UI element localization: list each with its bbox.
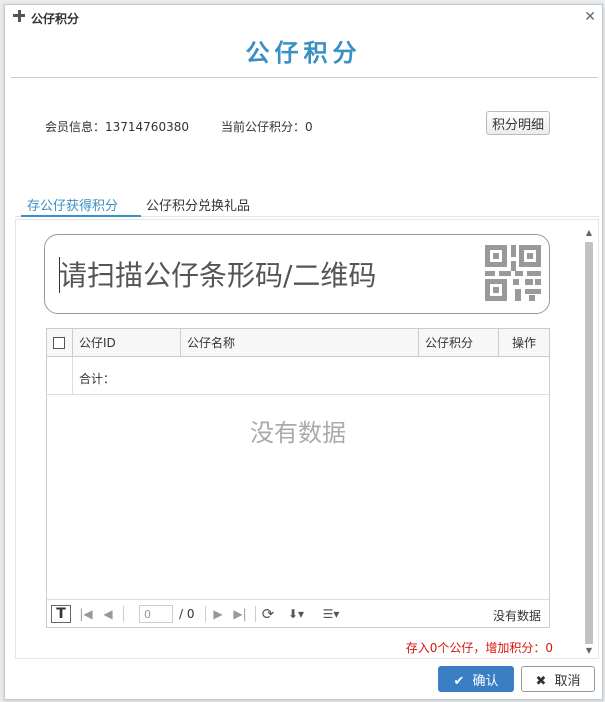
scan-box — [44, 234, 550, 314]
column-doll-points[interactable]: 公仔积分 — [419, 329, 499, 357]
last-page-icon[interactable]: ▶| — [231, 605, 249, 623]
confirm-button[interactable]: ✔ 确认 — [438, 666, 514, 692]
scan-input[interactable] — [59, 247, 479, 303]
points-dialog: 公仔积分 ✕ 公仔积分 会员信息：13714760380 当前公仔积分：0 积分… — [4, 4, 603, 700]
next-page-icon[interactable]: ▶ — [209, 605, 227, 623]
confirm-label: 确认 — [472, 673, 499, 689]
summary-row-spacer — [47, 357, 73, 395]
pager-status: 没有数据 — [492, 609, 541, 623]
pager-separator — [123, 606, 124, 622]
page-title: 公仔积分 — [245, 39, 362, 67]
vertical-scrollbar[interactable]: ▲ ▼ — [584, 228, 594, 656]
pager-separator — [205, 606, 206, 622]
download-icon[interactable]: ⬇▾ — [283, 605, 309, 623]
tab-deposit-points[interactable]: 存公仔获得积分 — [27, 195, 118, 214]
select-all-checkbox[interactable] — [53, 337, 65, 349]
dialog-titlebar: 公仔积分 ✕ — [5, 5, 602, 31]
column-actions: 操作 — [511, 336, 536, 350]
x-icon: ✖ — [535, 673, 547, 689]
scrollbar-thumb[interactable] — [585, 242, 593, 644]
column-doll-id[interactable]: 公仔ID — [73, 329, 181, 357]
active-tab-indicator — [21, 215, 141, 217]
summary-row: 合计： — [47, 357, 549, 395]
column-doll-name[interactable]: 公仔名称 — [181, 329, 419, 357]
pager-separator — [255, 606, 256, 622]
table-header: 公仔ID 公仔名称 公仔积分 操作 — [47, 329, 549, 357]
doll-table: 公仔ID 公仔名称 公仔积分 操作 合计： 没有数据 T |◀ ◀ / 0 ▶ … — [46, 328, 550, 628]
member-info: 会员信息：13714760380 — [45, 120, 189, 134]
prev-page-icon[interactable]: ◀ — [99, 605, 117, 623]
scroll-down-icon[interactable]: ▼ — [584, 646, 594, 656]
plus-icon — [13, 10, 25, 22]
current-points: 当前公仔积分：0 — [221, 120, 313, 134]
dialog-title: 公仔积分 — [31, 12, 80, 26]
check-icon: ✔ — [453, 673, 465, 689]
refresh-icon[interactable]: ⟳ — [259, 605, 277, 623]
tab-bar: 存公仔获得积分 公仔积分兑换礼品 — [15, 189, 599, 217]
deposit-panel: 公仔ID 公仔名称 公仔积分 操作 合计： 没有数据 T |◀ ◀ / 0 ▶ … — [15, 219, 599, 659]
deposit-summary: 存入0个公仔，增加积分：0 — [405, 641, 553, 655]
first-page-icon[interactable]: |◀ — [77, 605, 95, 623]
select-all-cell — [47, 329, 73, 357]
scroll-up-icon[interactable]: ▲ — [584, 228, 594, 238]
divider — [11, 77, 598, 78]
pagination-bar: T |◀ ◀ / 0 ▶ ▶| ⟳ ⬇▾ ☰▾ 没有数据 — [47, 599, 549, 627]
points-detail-button[interactable]: 积分明细 — [486, 111, 550, 135]
close-icon[interactable]: ✕ — [584, 9, 596, 25]
cancel-button[interactable]: ✖ 取消 — [521, 666, 595, 692]
qr-code-icon — [485, 245, 541, 301]
summary-label: 合计： — [79, 372, 116, 386]
cancel-label: 取消 — [554, 673, 581, 689]
page-number-input[interactable] — [139, 605, 173, 623]
tab-redeem-gifts[interactable]: 公仔积分兑换礼品 — [146, 195, 250, 214]
page-total: / 0 — [179, 607, 195, 621]
text-format-icon[interactable]: T — [51, 605, 71, 623]
empty-message: 没有数据 — [250, 419, 346, 447]
list-view-icon[interactable]: ☰▾ — [317, 605, 345, 623]
